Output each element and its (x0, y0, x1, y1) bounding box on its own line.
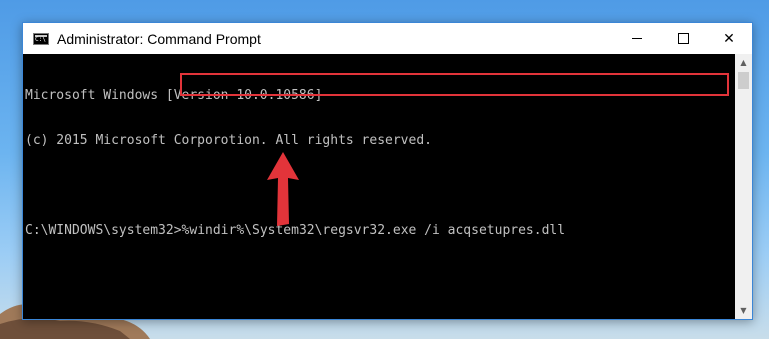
title-bar[interactable]: Administrator: Command Prompt ✕ (23, 23, 752, 54)
command-prompt-window: Administrator: Command Prompt ✕ Microsof… (22, 22, 753, 320)
prompt-path: C:\WINDOWS\system32> (25, 223, 182, 238)
command-prompt-icon (33, 32, 49, 45)
command-highlight-box (180, 73, 729, 96)
scroll-thumb[interactable] (738, 72, 749, 89)
window-controls: ✕ (614, 23, 752, 54)
prompt-line: C:\WINDOWS\system32> %windir%\System32\re… (25, 223, 734, 238)
scroll-down-arrow-icon[interactable]: ▼ (735, 302, 752, 319)
up-arrow-icon (267, 152, 299, 226)
window-title: Administrator: Command Prompt (57, 30, 261, 47)
maximize-button[interactable] (660, 23, 706, 54)
scroll-up-arrow-icon[interactable]: ▲ (735, 54, 752, 71)
command-text: %windir%\System32\regsvr32.exe /i acqset… (181, 223, 566, 238)
close-button[interactable]: ✕ (706, 23, 752, 54)
maximize-icon (677, 33, 689, 44)
close-icon: ✕ (723, 30, 735, 47)
minimize-button[interactable] (614, 23, 660, 54)
vertical-scrollbar[interactable]: ▲ ▼ (735, 54, 752, 319)
minimize-icon (632, 38, 642, 39)
console-line: (c) 2015 Microsoft Corporotion. All righ… (25, 133, 432, 148)
